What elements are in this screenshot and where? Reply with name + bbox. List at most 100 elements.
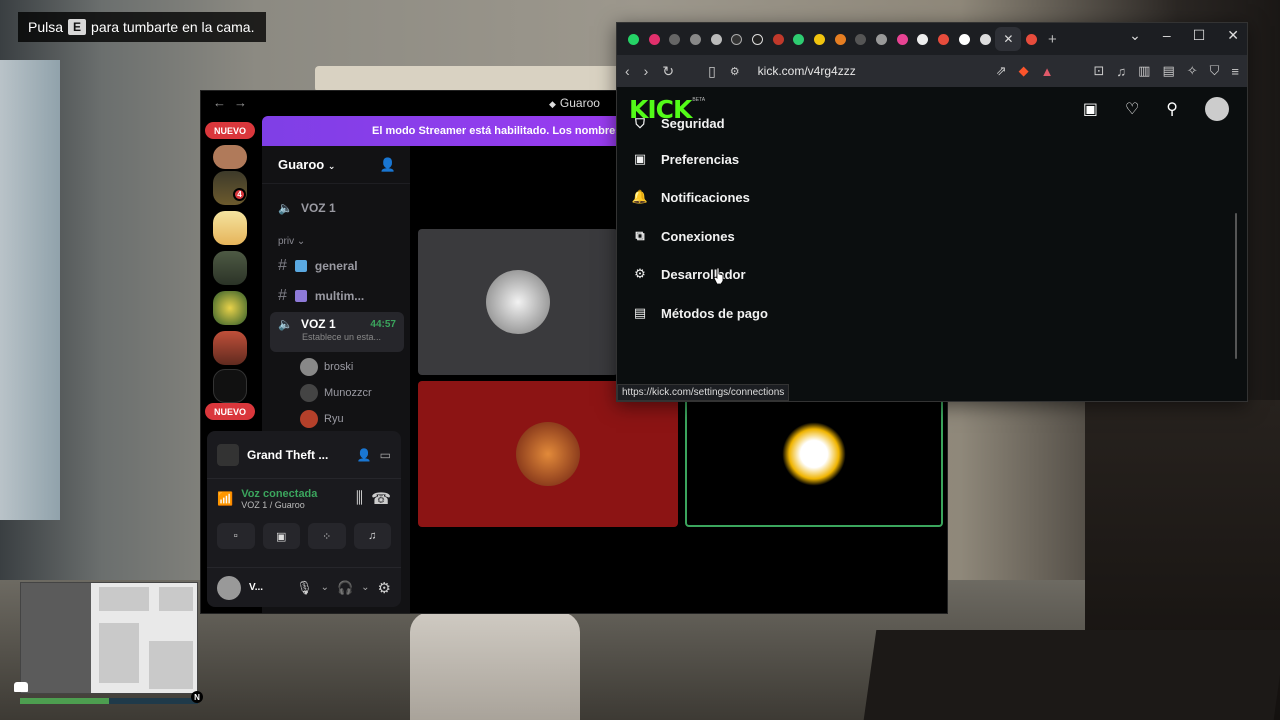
server-icon[interactable] <box>213 291 247 325</box>
menu-item-notifications[interactable]: 🔔 Notificaciones <box>632 185 750 209</box>
voice-user[interactable]: Ryu <box>300 408 344 430</box>
soundboard-icon[interactable]: ⫼ <box>356 490 363 508</box>
search-icon[interactable]: ⚲ <box>1166 99 1178 119</box>
site-info-icon[interactable]: ⚙ <box>730 65 740 78</box>
activity-row[interactable]: Grand Theft ... 👤 ▭ <box>207 431 401 479</box>
tab[interactable] <box>830 27 851 51</box>
tab[interactable] <box>623 27 644 51</box>
browser-window[interactable]: ✕ + ⌄ – ☐ ✕ ‹ › ↻ ▯ ⚙ kick.com/v4rg4zzz … <box>616 22 1248 402</box>
tab[interactable] <box>809 27 830 51</box>
share-screen-button[interactable]: ▣ <box>262 523 300 549</box>
tab[interactable] <box>706 27 727 51</box>
sidebar-icon[interactable]: ▥ <box>1138 63 1150 79</box>
voice-status-text[interactable]: Establece un esta... <box>302 332 381 342</box>
video-tile[interactable] <box>418 381 678 527</box>
following-icon[interactable]: ▣ <box>1083 99 1098 119</box>
menu-item-payment[interactable]: ▤ Métodos de pago <box>633 301 768 325</box>
tab[interactable] <box>768 27 789 51</box>
tab[interactable] <box>871 27 892 51</box>
menu-item-connections[interactable]: ⧉ Conexiones <box>633 224 734 248</box>
tab-active-close[interactable]: ✕ <box>995 27 1022 51</box>
tab-favicon-icon <box>731 33 743 45</box>
tab-list-chevron-icon[interactable]: ⌄ <box>1129 27 1141 44</box>
chevron-down-icon[interactable]: ⌄ <box>321 582 329 593</box>
self-avatar[interactable] <box>217 575 241 600</box>
screenshot-icon[interactable]: ⊡ <box>1093 63 1104 79</box>
leo-icon[interactable]: ✧ <box>1187 63 1198 79</box>
tab[interactable] <box>726 27 747 51</box>
tab-favicon-icon <box>917 33 929 45</box>
tab-favicon-icon <box>710 33 722 45</box>
text-channel-general[interactable]: # general <box>270 252 404 280</box>
headphones-icon[interactable]: 🎧 <box>337 580 353 596</box>
server-icon[interactable] <box>213 331 247 365</box>
tab[interactable] <box>1021 27 1042 51</box>
tab[interactable] <box>892 27 913 51</box>
guild-header[interactable]: Guaroo ⌄ 👤 <box>262 146 410 184</box>
share-icon[interactable]: ⇗ <box>996 63 1007 79</box>
settings-gear-icon[interactable]: ⚙ <box>378 579 391 597</box>
soundboard-button[interactable]: ♫ <box>353 523 391 549</box>
tab[interactable] <box>644 27 665 51</box>
rewards-icon[interactable]: ▲ <box>1041 64 1054 79</box>
tab-favicon-icon <box>751 33 763 45</box>
menu-item-preferences[interactable]: ▣ Preferencias <box>633 147 739 171</box>
microphone-icon[interactable]: 🎙 <box>296 580 313 596</box>
server-icon[interactable] <box>213 211 247 245</box>
tab[interactable] <box>954 27 975 51</box>
activities-button[interactable]: ⁘ <box>308 523 346 549</box>
voice-channel-active[interactable]: 🔈 VOZ 1 44:57 Establece un esta... <box>270 312 404 352</box>
close-icon[interactable]: ✕ <box>1003 32 1013 46</box>
minimap-block <box>99 587 149 611</box>
disconnect-icon[interactable]: ☎ <box>371 489 391 509</box>
video-tile-speaking[interactable] <box>685 381 943 527</box>
tab[interactable] <box>685 27 706 51</box>
menu-item-developer[interactable]: ⚙ Desarrollador <box>633 262 745 286</box>
text-channel-multim[interactable]: # multim... <box>270 282 404 310</box>
server-icon[interactable] <box>213 145 247 169</box>
tab[interactable] <box>851 27 872 51</box>
menu-item-security[interactable]: ⛉ Seguridad <box>633 117 724 131</box>
video-tile[interactable] <box>418 229 618 375</box>
back-icon[interactable]: ‹ <box>625 63 630 79</box>
url-field[interactable]: kick.com/v4rg4zzz <box>758 64 856 78</box>
server-icon[interactable] <box>213 251 247 285</box>
voice-connected-label[interactable]: Voz conectada <box>241 488 317 500</box>
tab[interactable] <box>664 27 685 51</box>
wallet-icon[interactable]: ▤ <box>1162 63 1174 79</box>
add-member-icon[interactable]: 👤 <box>380 157 396 173</box>
heart-icon[interactable]: ♡ <box>1125 99 1139 119</box>
tab[interactable] <box>913 27 934 51</box>
brave-shield-icon[interactable]: ◆ <box>1019 63 1029 79</box>
forward-icon[interactable]: › <box>644 63 649 79</box>
channel-emoji-icon <box>294 260 307 272</box>
tab[interactable] <box>975 27 996 51</box>
server-icon[interactable] <box>213 369 247 403</box>
nav-arrows-icon[interactable]: ←→ <box>213 95 255 110</box>
menu-icon[interactable]: ≡ <box>1231 64 1239 79</box>
camera-button[interactable]: ▫ <box>217 523 255 549</box>
voice-user[interactable]: broski <box>300 356 353 378</box>
new-tab-button[interactable]: + <box>1042 27 1063 51</box>
category-priv[interactable]: priv ⌄ <box>278 236 305 247</box>
reload-icon[interactable]: ↻ <box>662 63 674 80</box>
user-avatar[interactable] <box>1205 97 1229 121</box>
screen-share-icon[interactable]: ▭ <box>380 448 391 462</box>
scrollbar[interactable] <box>1235 213 1237 359</box>
voice-channel-top[interactable]: 🔈 VOZ 1 <box>270 194 404 222</box>
invite-icon[interactable]: 👤 <box>357 448 372 462</box>
hash-icon: # <box>278 257 287 274</box>
vpn-icon[interactable]: ⛉ <box>1210 63 1220 79</box>
voice-user-name: Munozzcr <box>324 387 372 399</box>
chevron-down-icon[interactable]: ⌄ <box>361 582 369 593</box>
participant-avatar <box>516 422 580 486</box>
tab[interactable] <box>747 27 768 51</box>
minimize-icon[interactable]: – <box>1163 27 1171 44</box>
tab[interactable] <box>789 27 810 51</box>
maximize-icon[interactable]: ☐ <box>1193 27 1206 44</box>
music-icon[interactable]: ♫ <box>1116 64 1126 79</box>
close-window-icon[interactable]: ✕ <box>1227 27 1239 44</box>
bookmark-icon[interactable]: ▯ <box>708 63 716 80</box>
tab[interactable] <box>933 27 954 51</box>
voice-user[interactable]: Munozzcr <box>300 382 372 404</box>
